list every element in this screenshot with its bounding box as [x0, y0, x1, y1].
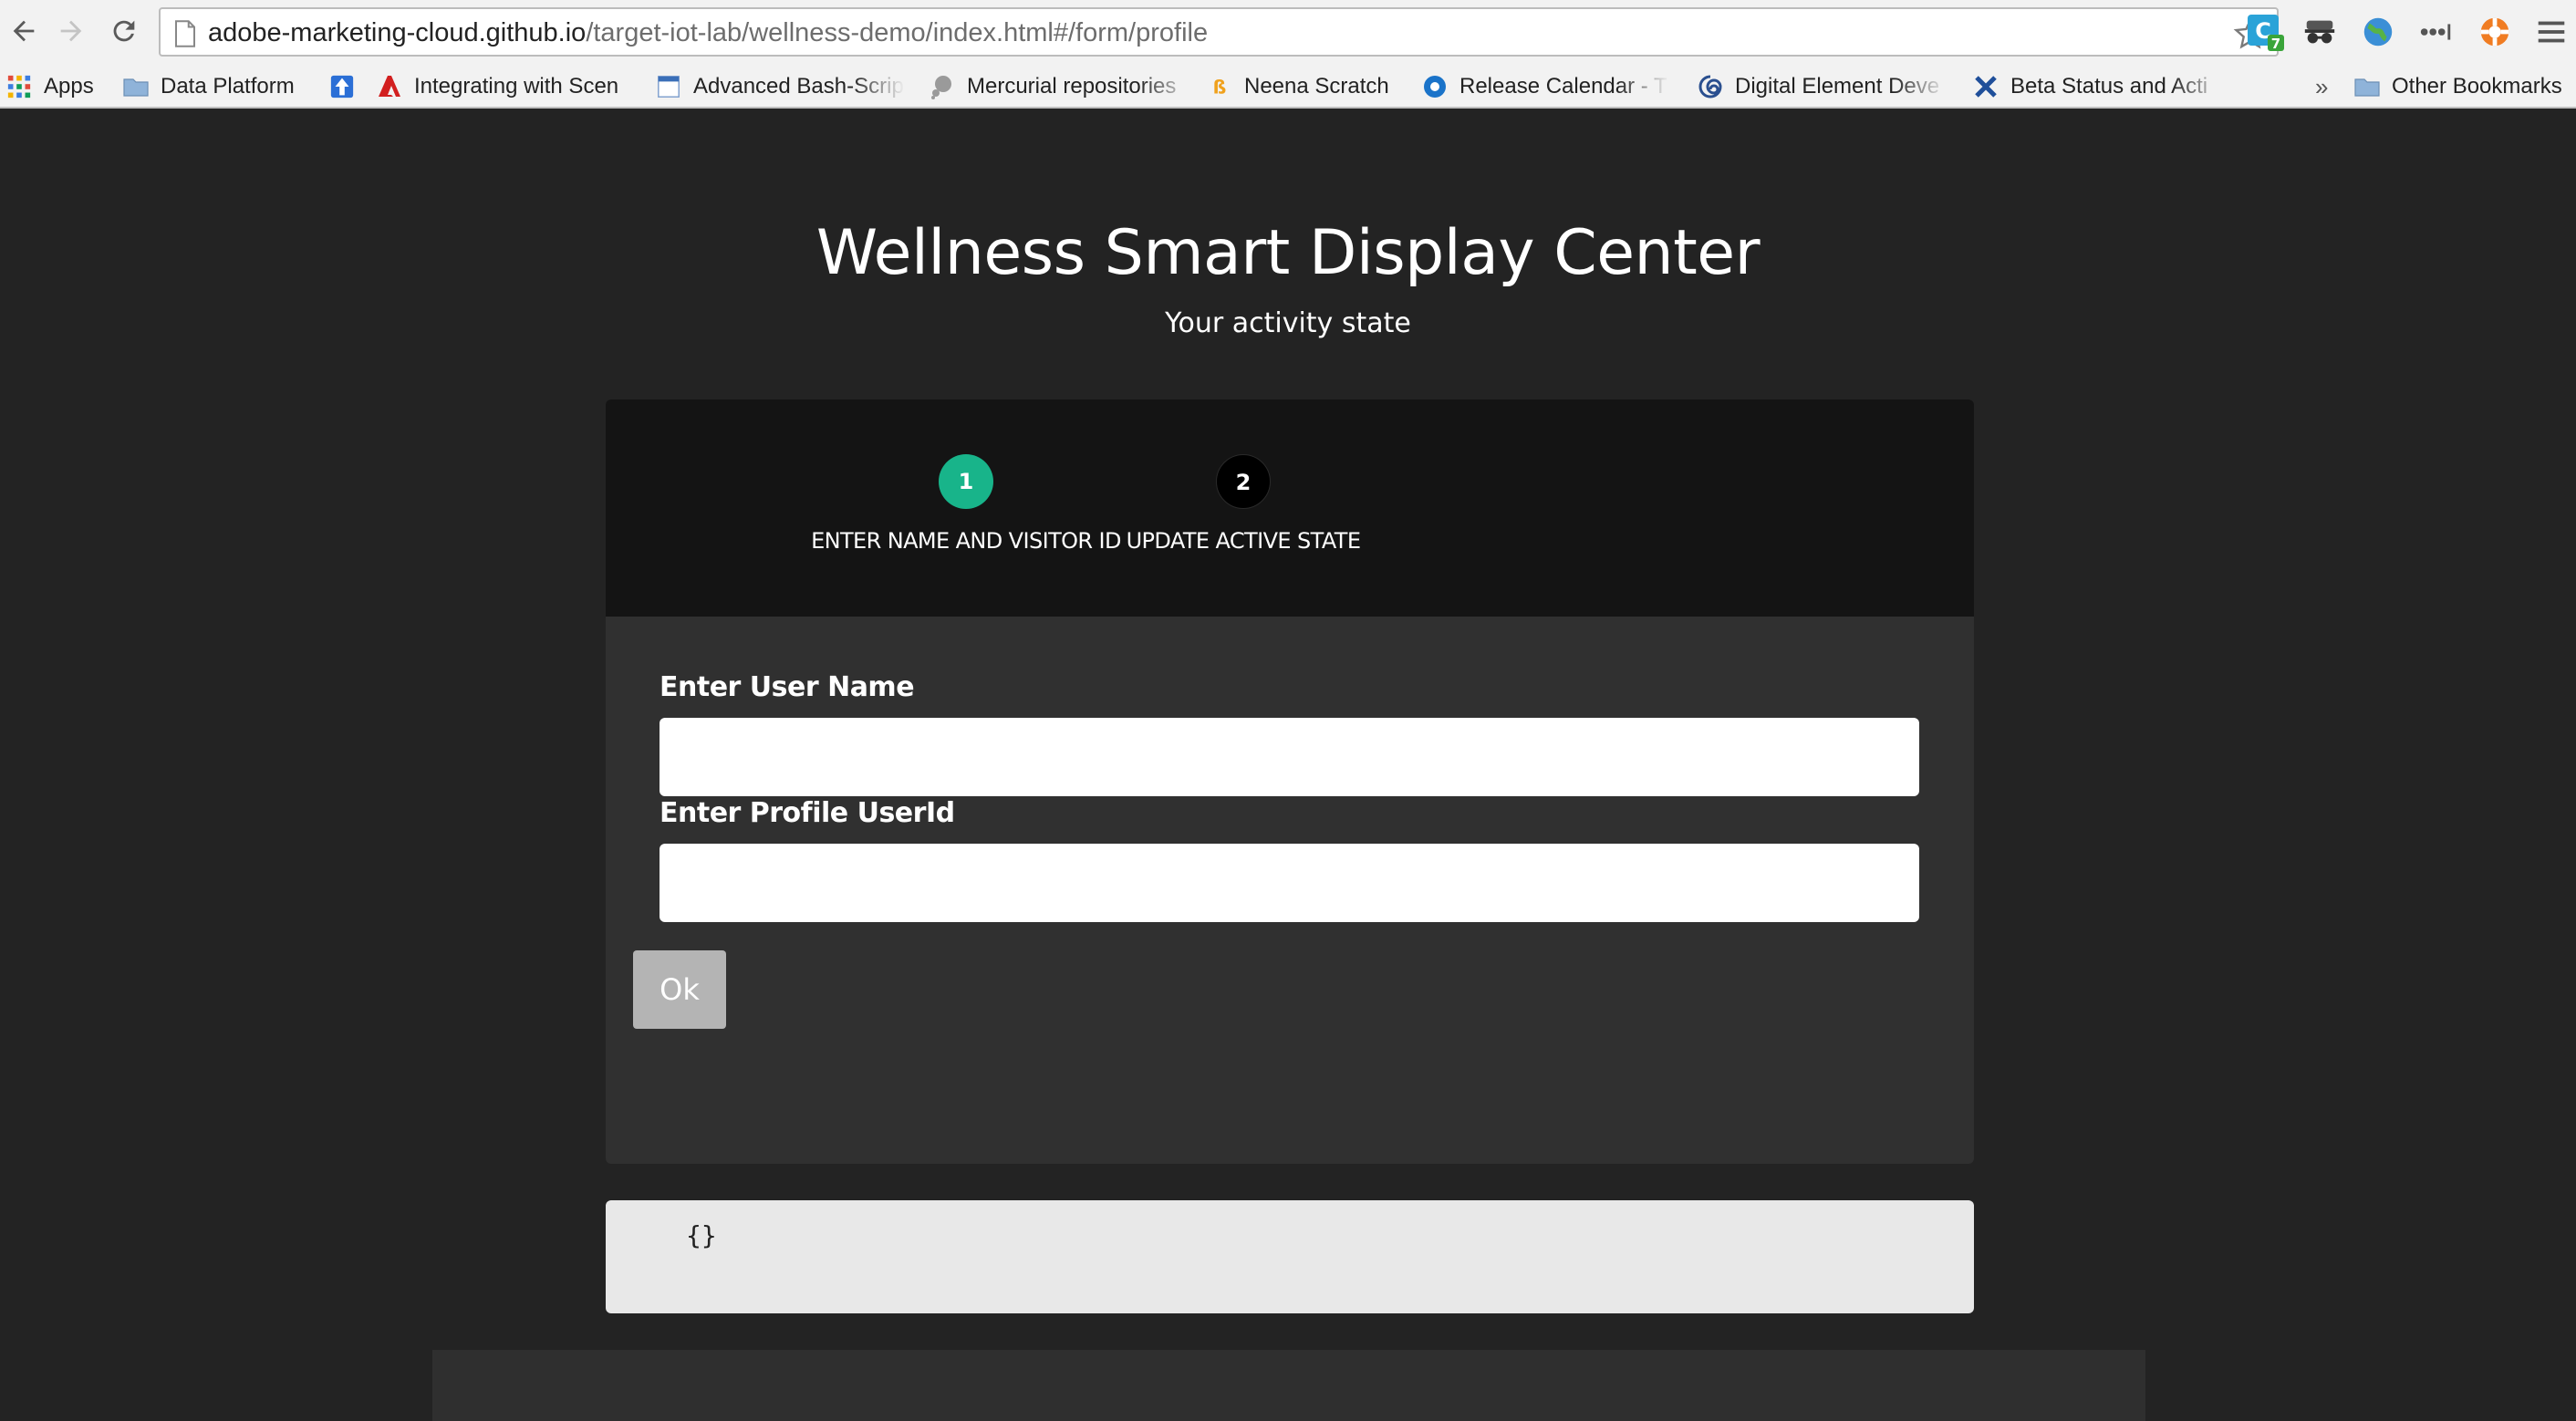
- extension-globe[interactable]: [2359, 13, 2397, 51]
- form-card: 1 ENTER NAME AND VISITOR ID 2 UPDATE ACT…: [606, 399, 1974, 1164]
- bookmark-label: Advanced Bash-Scrip: [693, 74, 904, 99]
- page-title: Wellness Smart Display Center: [815, 217, 1761, 289]
- cross-tools-icon: [1972, 73, 2000, 100]
- bookmark-label: Beta Status and Acti: [2010, 74, 2208, 99]
- username-label: Enter User Name: [660, 671, 915, 703]
- reload-button[interactable]: [106, 13, 142, 49]
- reload-icon: [113, 20, 135, 42]
- folder-icon: [122, 73, 150, 100]
- browser-chrome: adobe-marketing-cloud.github.io/target-i…: [0, 0, 2576, 109]
- bookmark-neena-scratch[interactable]: ß Neena Scratch: [1206, 66, 1389, 108]
- back-button[interactable]: [5, 13, 42, 49]
- bookmarks-overflow-button[interactable]: »: [2315, 66, 2328, 108]
- step-2[interactable]: 2 UPDATE ACTIVE STATE: [1079, 454, 1407, 555]
- bookmark-apps[interactable]: Apps: [5, 66, 94, 108]
- userid-label: Enter Profile UserId: [660, 797, 955, 829]
- url-text: adobe-marketing-cloud.github.io/target-i…: [208, 17, 1208, 48]
- bookmark-label: Integrating with Scen: [414, 74, 619, 99]
- json-output-panel: {}: [606, 1200, 1974, 1313]
- wizard-steps: 1 ENTER NAME AND VISITOR ID 2 UPDATE ACT…: [606, 399, 1974, 617]
- url-path: /target-iot-lab/wellness-demo/index.html…: [586, 18, 1209, 47]
- username-input[interactable]: [660, 718, 1919, 796]
- extension-badge: 7: [2271, 36, 2280, 51]
- clearly-icon: C7: [2248, 15, 2284, 51]
- step-number: 1: [939, 454, 993, 509]
- lifebuoy-icon: [2480, 17, 2509, 47]
- hamburger-menu-icon: [2538, 21, 2565, 43]
- forward-button[interactable]: [53, 13, 89, 49]
- page-icon: [655, 73, 682, 100]
- extension-incognito[interactable]: [2301, 13, 2339, 51]
- bookmark-label: Neena Scratch: [1244, 74, 1389, 99]
- bookmark-beta-status[interactable]: Beta Status and Acti: [1972, 66, 2226, 108]
- extension-clearly[interactable]: C7: [2246, 13, 2284, 51]
- arrow-up-icon: [328, 73, 356, 100]
- step-number: 2: [1216, 454, 1271, 509]
- svg-text:ß: ß: [1213, 76, 1227, 98]
- bookmark-mercurial[interactable]: Mercurial repositories: [929, 66, 1195, 108]
- bookmark-label: Other Bookmarks: [2392, 74, 2562, 99]
- page-subtitle: Your activity state: [1165, 307, 1411, 339]
- page-icon: [175, 20, 195, 47]
- bookmark-label: Data Platform: [161, 74, 295, 99]
- bookmark-label: Digital Element Deve: [1735, 74, 1940, 99]
- bookmark-integrating-with-scen[interactable]: Integrating with Scen: [376, 66, 626, 108]
- bookmark-label: Release Calendar - T: [1459, 74, 1667, 99]
- bookmark-data-platform[interactable]: Data Platform: [122, 66, 295, 108]
- bookmark-label: Apps: [44, 74, 94, 99]
- lastpass-dots-icon: [2420, 24, 2451, 40]
- bookmarks-bar: Apps Data Platform Integrating with Scen…: [0, 66, 2576, 108]
- url-host: adobe-marketing-cloud.github.io: [208, 18, 587, 47]
- bitcoin-icon: ß: [1206, 73, 1233, 100]
- folder-icon: [2353, 73, 2381, 100]
- json-output-text: {}: [686, 1220, 717, 1250]
- circle-icon: [1421, 73, 1449, 100]
- incognito-glasses-icon: [2304, 20, 2335, 44]
- forward-arrow-icon: [60, 20, 82, 42]
- swirl-icon: [1697, 73, 1724, 100]
- ok-button[interactable]: Ok: [633, 950, 726, 1029]
- browser-toolbar: adobe-marketing-cloud.github.io/target-i…: [0, 0, 2576, 66]
- mercurial-icon: [929, 73, 956, 100]
- bookmark-release-calendar[interactable]: Release Calendar - T: [1421, 66, 1669, 108]
- userid-input[interactable]: [660, 844, 1919, 922]
- bookmark-label: Mercurial repositories: [967, 74, 1177, 99]
- apps-grid-icon: [5, 73, 33, 100]
- extension-lastpass[interactable]: [2417, 13, 2456, 51]
- bookmark-digital-element[interactable]: Digital Element Deve: [1697, 66, 1947, 108]
- menu-button[interactable]: [2532, 13, 2571, 51]
- extension-lifebuoy[interactable]: [2476, 13, 2514, 51]
- globe-icon: [2363, 17, 2393, 47]
- step-label: UPDATE ACTIVE STATE: [1126, 528, 1361, 554]
- bookmark-advanced-bash[interactable]: Advanced Bash-Scrip: [655, 66, 905, 108]
- footer-panel: [432, 1350, 2145, 1421]
- bookmark-other-bookmarks[interactable]: Other Bookmarks: [2353, 66, 2562, 108]
- address-bar[interactable]: adobe-marketing-cloud.github.io/target-i…: [159, 7, 2279, 57]
- back-arrow-icon: [13, 20, 35, 42]
- adobe-icon: [376, 73, 403, 100]
- bookmark-arrow[interactable]: [328, 66, 367, 108]
- overflow-chevron-icon: »: [2315, 72, 2329, 100]
